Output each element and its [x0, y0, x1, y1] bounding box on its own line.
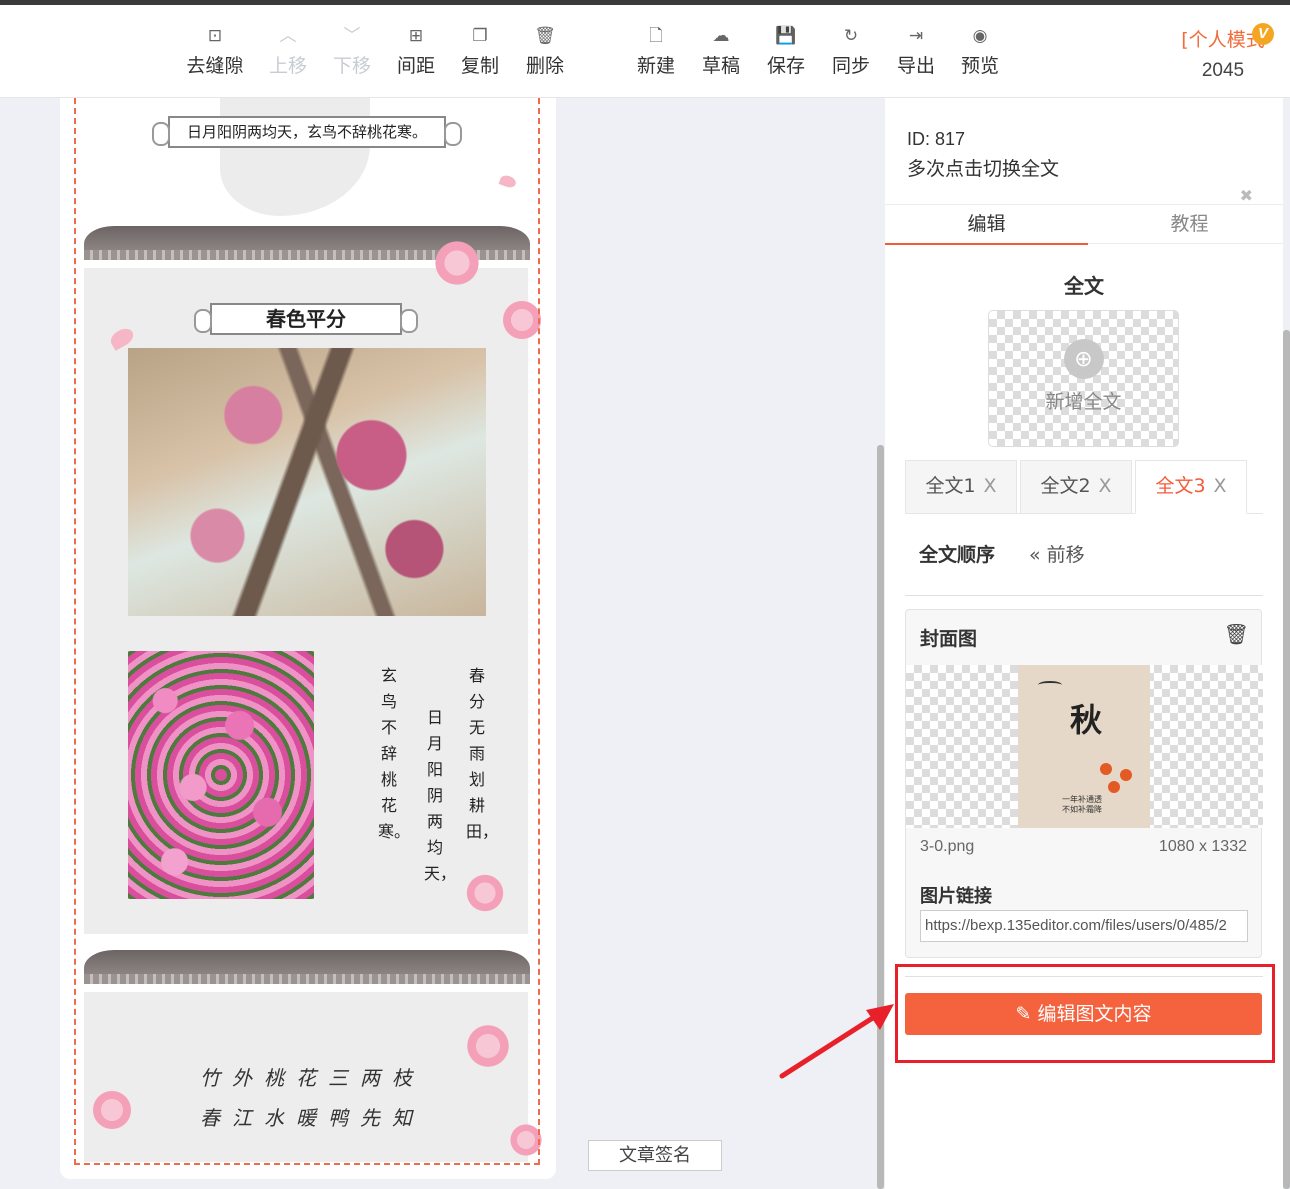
- add-fulltext-button[interactable]: ⊕ 新增全文: [988, 310, 1179, 447]
- export-icon: ⇥: [908, 26, 924, 45]
- mode-number: 2045: [1201, 60, 1245, 81]
- file-size: 1080 x 1332: [1158, 838, 1247, 855]
- move-forward-button[interactable]: « 前移: [1029, 540, 1085, 567]
- copy-button[interactable]: ❐ 复制: [450, 23, 510, 78]
- cover-title: 封面图: [920, 628, 978, 650]
- cover-card: 封面图 🗑 秋 一年补通透 不如补霜降 3-0.png 1080 x 1332 …: [905, 609, 1263, 958]
- toolbar: ⊡ 去缝隙 ︿ 上移 ﹀ 下移 ⊞ 间距 ❐ 复制 🗑 删除 🗋 新建 ☁ 草稿…: [0, 5, 1290, 98]
- divider: [905, 595, 1263, 596]
- spacing-button[interactable]: ⊞ 间距: [386, 23, 446, 78]
- move-down-button[interactable]: ﹀ 下移: [322, 23, 382, 78]
- bird-icon: [1038, 681, 1062, 689]
- sync-button[interactable]: ↻ 同步: [821, 23, 881, 78]
- trash-icon: 🗑: [534, 26, 556, 45]
- fulltext-title: 全文: [1064, 274, 1104, 298]
- template-id: ID: 817: [907, 129, 966, 149]
- add-link-icon: ⊕: [1063, 339, 1104, 379]
- close-icon[interactable]: X: [1214, 475, 1227, 497]
- image-link-label: 图片链接: [920, 886, 992, 907]
- cover-image[interactable]: 秋 一年补通透 不如补霜降: [906, 665, 1263, 828]
- image-link-input[interactable]: https://bexp.135editor.com/files/users/0…: [920, 910, 1248, 942]
- file-name: 3-0.png: [920, 838, 975, 855]
- autumn-poster: 秋 一年补通透 不如补霜降: [1018, 665, 1150, 828]
- pointer-arrow-icon: [779, 1004, 894, 1079]
- double-chevron-left-icon: «: [1029, 544, 1041, 566]
- new-button[interactable]: 🗋 新建: [626, 23, 686, 78]
- draft-button[interactable]: ☁ 草稿: [691, 23, 751, 78]
- save-icon: 💾: [775, 26, 797, 45]
- vip-badge-icon: V: [1252, 23, 1274, 45]
- tools-icon[interactable]: ✖: [1240, 186, 1253, 206]
- gap-icon: ⊡: [207, 26, 223, 45]
- remove-gap-button[interactable]: ⊡ 去缝隙: [185, 23, 245, 78]
- move-up-button[interactable]: ︿ 上移: [258, 23, 318, 78]
- copy-icon: ❐: [472, 26, 488, 45]
- add-fulltext-label: 新增全文: [1045, 391, 1122, 413]
- tab-edit[interactable]: 编辑: [885, 205, 1088, 245]
- eye-icon: ◉: [972, 26, 988, 45]
- persimmon-icon: [1108, 781, 1120, 793]
- preview-button[interactable]: ◉ 预览: [950, 23, 1010, 78]
- sync-icon: ↻: [843, 26, 859, 45]
- article-signature-button[interactable]: 文章签名: [588, 1140, 722, 1171]
- cloud-icon: ☁: [712, 26, 730, 45]
- close-icon[interactable]: X: [984, 475, 997, 497]
- fulltext-order-label: 全文顺序: [919, 544, 996, 566]
- poster-caption: 一年补通透 不如补霜降: [1062, 795, 1102, 814]
- panel-scrollbar[interactable]: [1283, 330, 1290, 1189]
- highlight-box: [895, 964, 1275, 1063]
- trash-icon[interactable]: 🗑: [1224, 622, 1249, 647]
- poster-char: 秋: [1070, 701, 1103, 739]
- spacing-icon: ⊞: [408, 26, 424, 45]
- export-button[interactable]: ⇥ 导出: [886, 23, 946, 78]
- template-info: ID: 817 多次点击切换全文: [907, 124, 1059, 184]
- save-button[interactable]: 💾 保存: [756, 23, 816, 78]
- new-file-icon: 🗋: [649, 26, 663, 45]
- close-icon[interactable]: X: [1099, 475, 1112, 497]
- tab-tutorial[interactable]: 教程: [1088, 205, 1290, 245]
- arrow-down-icon: ﹀: [343, 26, 361, 45]
- fulltext-tab-1[interactable]: 全文1 X: [905, 460, 1017, 514]
- panel-tabs: 编辑 教程: [885, 204, 1283, 245]
- persimmon-icon: [1120, 769, 1132, 781]
- selection-outline: [74, 98, 540, 1165]
- personal-mode[interactable]: [个人模式 V 2045: [1168, 23, 1278, 82]
- article-canvas[interactable]: 日月阳阴两均天，玄鸟不辞桃花寒。 春色平分 春分无雨划耕田， 日月阳阴两均天， …: [60, 98, 556, 1179]
- delete-button[interactable]: 🗑 删除: [515, 23, 575, 78]
- arrow-up-icon: ︿: [279, 26, 297, 45]
- fulltext-tabs: 全文1 X 全文2 X 全文3 X: [905, 460, 1263, 514]
- toggle-hint: 多次点击切换全文: [907, 158, 1060, 180]
- fulltext-tab-2[interactable]: 全文2 X: [1020, 460, 1132, 514]
- fulltext-tab-3[interactable]: 全文3 X: [1135, 460, 1247, 514]
- persimmon-icon: [1100, 763, 1112, 775]
